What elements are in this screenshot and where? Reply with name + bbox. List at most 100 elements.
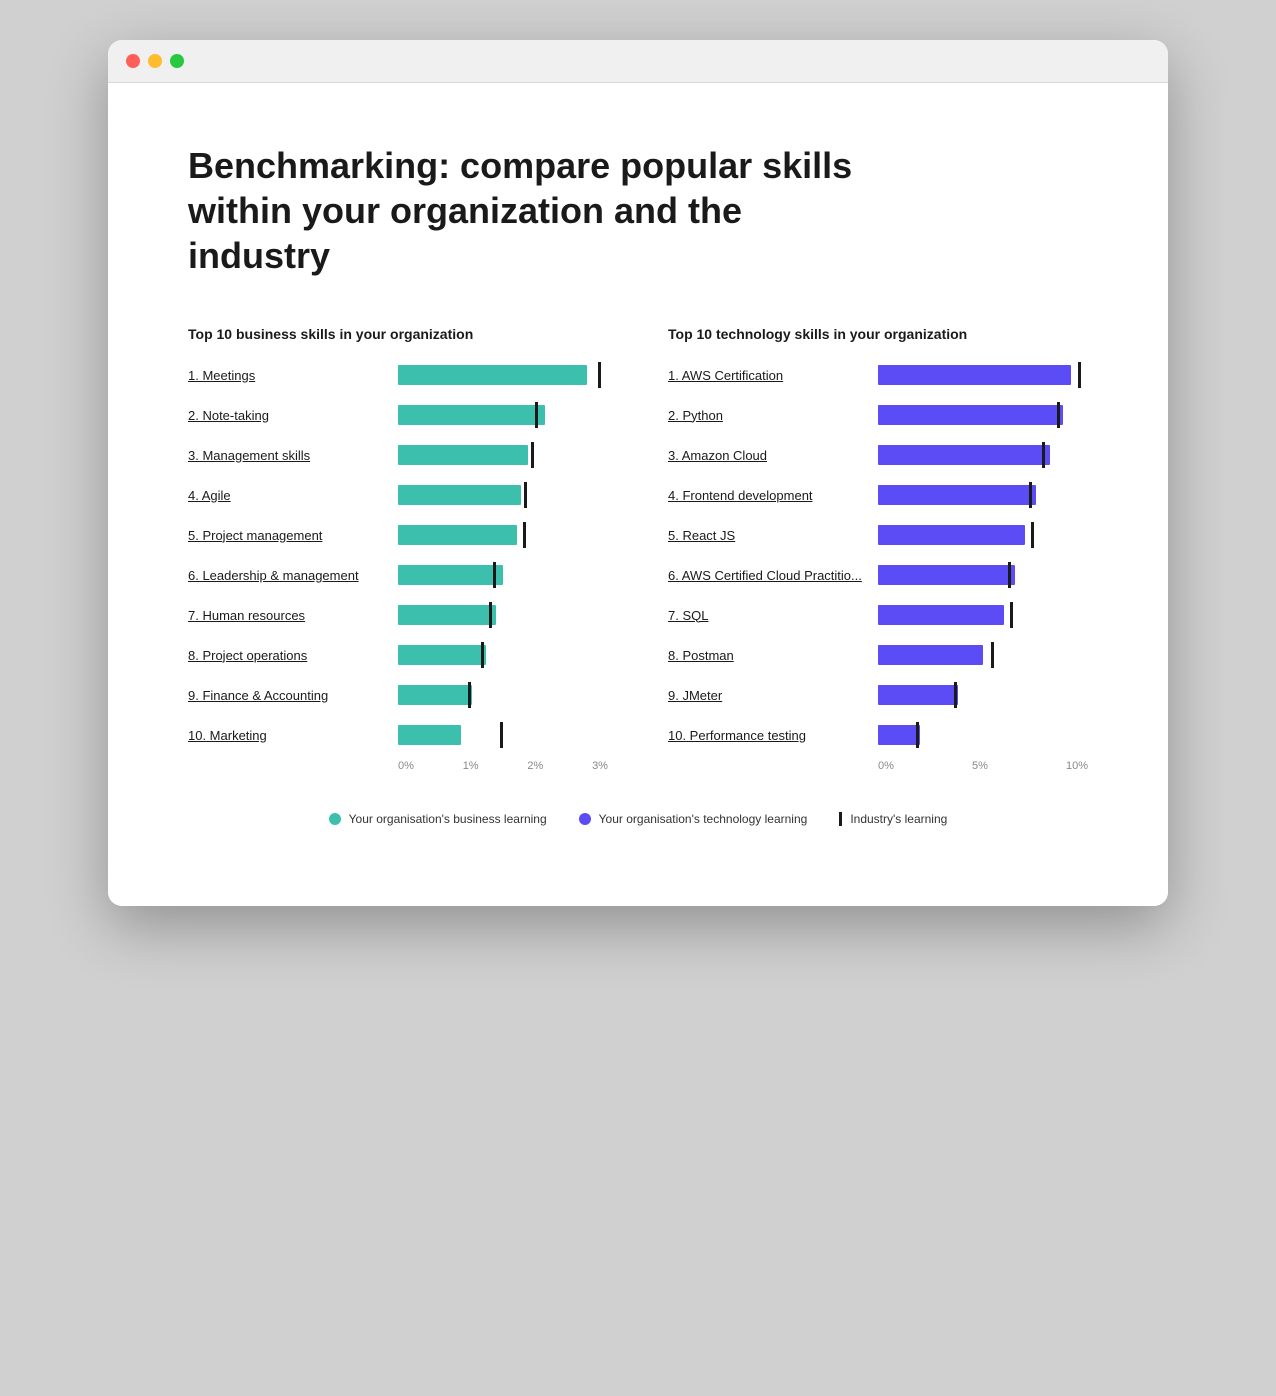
industry-marker: [1078, 362, 1081, 388]
technology-chart-title: Top 10 technology skills in your organiz…: [668, 326, 1088, 342]
bar-row: 7. Human resources: [188, 600, 608, 630]
bar-row: 6. Leadership & management: [188, 560, 608, 590]
legend-industry-marker: [839, 812, 842, 826]
bar-area: [878, 563, 1088, 587]
business-bar-chart: 1. Meetings 2. Note-taking 3. Management s…: [188, 360, 608, 750]
bar-label: 6. Leadership & management: [188, 568, 398, 583]
bar-fill: [878, 645, 983, 665]
x-axis-label: 2%: [527, 760, 543, 772]
bar-fill: [878, 365, 1071, 385]
bar-label: 1. AWS Certification: [668, 368, 878, 383]
business-chart-title: Top 10 business skills in your organizat…: [188, 326, 608, 342]
bar-row: 9. Finance & Accounting: [188, 680, 608, 710]
bar-label: 3. Amazon Cloud: [668, 448, 878, 463]
bar-area: [398, 363, 608, 387]
browser-content: Benchmarking: compare popular skills wit…: [108, 83, 1168, 906]
bar-row: 4. Frontend development: [668, 480, 1088, 510]
bar-row: 4. Agile: [188, 480, 608, 510]
bar-label: 5. Project management: [188, 528, 398, 543]
bar-fill: [398, 685, 472, 705]
x-axis-label: 5%: [972, 760, 988, 772]
bar-row: 5. Project management: [188, 520, 608, 550]
industry-marker: [1008, 562, 1011, 588]
industry-marker: [1057, 402, 1060, 428]
bar-fill: [398, 485, 521, 505]
legend-industry-label: Industry's learning: [850, 812, 947, 826]
legend-technology-label: Your organisation's technology learning: [599, 812, 808, 826]
bar-fill: [398, 645, 486, 665]
business-chart-section: Top 10 business skills in your organizat…: [188, 326, 608, 772]
bar-label: 1. Meetings: [188, 368, 398, 383]
bar-area: [398, 403, 608, 427]
bar-row: 10. Marketing: [188, 720, 608, 750]
bar-area: [878, 443, 1088, 467]
bar-area: [398, 563, 608, 587]
traffic-light-red[interactable]: [126, 54, 140, 68]
legend-dot-teal: [329, 813, 341, 825]
traffic-light-yellow[interactable]: [148, 54, 162, 68]
bar-fill: [878, 405, 1063, 425]
bar-fill: [398, 525, 517, 545]
bar-row: 2. Python: [668, 400, 1088, 430]
industry-marker: [535, 402, 538, 428]
bar-fill: [398, 445, 528, 465]
business-x-axis: 0%1%2%3%: [188, 760, 608, 772]
industry-marker: [493, 562, 496, 588]
bar-row: 7. SQL: [668, 600, 1088, 630]
bar-fill: [878, 605, 1004, 625]
bar-area: [398, 643, 608, 667]
bar-area: [878, 363, 1088, 387]
industry-marker: [954, 682, 957, 708]
browser-window: Benchmarking: compare popular skills wit…: [108, 40, 1168, 906]
bar-row: 5. React JS: [668, 520, 1088, 550]
x-axis-label: 0%: [398, 760, 414, 772]
industry-marker: [1029, 482, 1032, 508]
bar-label: 9. Finance & Accounting: [188, 688, 398, 703]
bar-label: 8. Project operations: [188, 648, 398, 663]
x-axis-label: 0%: [878, 760, 894, 772]
bar-label: 10. Marketing: [188, 728, 398, 743]
x-axis-label: 3%: [592, 760, 608, 772]
industry-marker: [523, 522, 526, 548]
bar-fill: [398, 405, 545, 425]
bar-label: 5. React JS: [668, 528, 878, 543]
page-title: Benchmarking: compare popular skills wit…: [188, 143, 888, 278]
bar-row: 8. Project operations: [188, 640, 608, 670]
bar-row: 8. Postman: [668, 640, 1088, 670]
bar-fill: [878, 565, 1015, 585]
bar-area: [398, 603, 608, 627]
bar-row: 2. Note-taking: [188, 400, 608, 430]
bar-label: 7. SQL: [668, 608, 878, 623]
technology-x-axis: 0% 5% 10%: [668, 760, 1088, 772]
bar-fill: [878, 445, 1050, 465]
bar-label: 4. Agile: [188, 488, 398, 503]
bar-label: 6. AWS Certified Cloud Practitio...: [668, 568, 878, 583]
x-axis-labels: 0% 5% 10%: [878, 760, 1088, 772]
industry-marker: [1010, 602, 1013, 628]
bar-row: 6. AWS Certified Cloud Practitio...: [668, 560, 1088, 590]
bar-label: 2. Python: [668, 408, 878, 423]
bar-area: [398, 723, 608, 747]
bar-label: 2. Note-taking: [188, 408, 398, 423]
bar-area: [878, 643, 1088, 667]
bar-area: [878, 523, 1088, 547]
bar-row: 1. AWS Certification: [668, 360, 1088, 390]
industry-marker: [598, 362, 601, 388]
industry-marker: [916, 722, 919, 748]
bar-label: 8. Postman: [668, 648, 878, 663]
bar-area: [398, 523, 608, 547]
industry-marker: [489, 602, 492, 628]
x-axis-label: 10%: [1066, 760, 1088, 772]
traffic-light-green[interactable]: [170, 54, 184, 68]
bar-row: 3. Management skills: [188, 440, 608, 470]
industry-marker: [481, 642, 484, 668]
bar-fill: [398, 605, 496, 625]
bar-area: [398, 443, 608, 467]
legend-technology: Your organisation's technology learning: [579, 812, 808, 826]
bar-label: 7. Human resources: [188, 608, 398, 623]
bar-area: [878, 723, 1088, 747]
bar-row: 10. Performance testing: [668, 720, 1088, 750]
industry-marker: [524, 482, 527, 508]
bar-label: 9. JMeter: [668, 688, 878, 703]
industry-marker: [468, 682, 471, 708]
